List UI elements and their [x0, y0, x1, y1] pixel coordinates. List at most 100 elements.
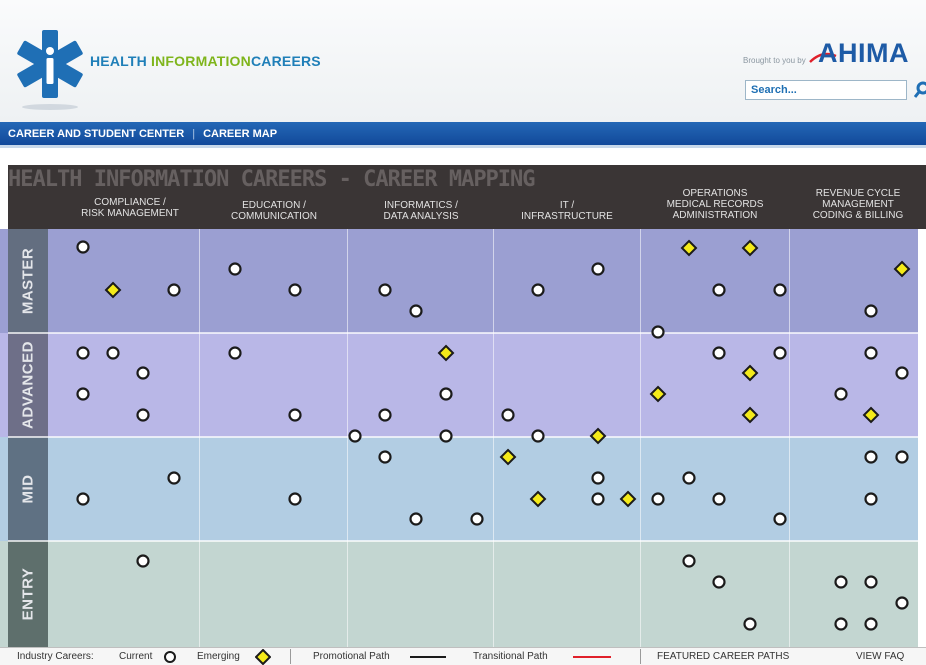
current-career-marker[interactable] [378, 408, 392, 422]
column-divider [640, 229, 641, 647]
row-label-master: MASTER [8, 229, 48, 333]
row-label-master-text: MASTER [19, 247, 37, 315]
current-career-marker[interactable] [76, 387, 90, 401]
current-career-marker[interactable] [773, 346, 787, 360]
current-career-marker[interactable] [591, 471, 605, 485]
legend-bar: Industry Careers: Current Emerging Promo… [0, 647, 926, 665]
emerging-diamond-icon [255, 649, 271, 665]
current-career-marker[interactable] [864, 617, 878, 631]
current-career-marker[interactable] [895, 450, 909, 464]
current-career-marker[interactable] [136, 366, 150, 380]
current-career-marker[interactable] [864, 304, 878, 318]
current-career-marker[interactable] [895, 596, 909, 610]
current-career-marker[interactable] [288, 283, 302, 297]
search-icon[interactable] [914, 81, 926, 99]
row-label-entry: ENTRY [8, 541, 48, 647]
current-career-marker[interactable] [76, 346, 90, 360]
legend-divider [290, 649, 291, 664]
row-label-entry-text: ENTRY [19, 567, 37, 621]
column-header-compliance[interactable]: COMPLIANCE / RISK MANAGEMENT [60, 197, 200, 219]
current-career-marker[interactable] [348, 429, 362, 443]
column-header-operations[interactable]: OPERATIONS MEDICAL RECORDS ADMINISTRATIO… [640, 188, 790, 221]
current-career-marker[interactable] [651, 325, 665, 339]
current-circle-icon [164, 651, 176, 663]
row-band-entry [0, 541, 918, 647]
current-career-marker[interactable] [228, 262, 242, 276]
legend-promotional-label: Promotional Path [313, 651, 390, 662]
view-faq-link[interactable]: VIEW FAQ [856, 651, 904, 662]
legend-emerging-label: Emerging [197, 651, 240, 662]
current-career-marker[interactable] [531, 429, 545, 443]
current-career-marker[interactable] [76, 240, 90, 254]
current-career-marker[interactable] [591, 492, 605, 506]
column-header-education[interactable]: EDUCATION / COMMUNICATION [200, 200, 348, 222]
featured-career-paths-link[interactable]: FEATURED CAREER PATHS [657, 651, 789, 662]
column-header-informatics[interactable]: INFORMATICS / DATA ANALYSIS [348, 200, 494, 222]
current-career-marker[interactable] [228, 346, 242, 360]
current-career-marker[interactable] [864, 575, 878, 589]
current-career-marker[interactable] [773, 283, 787, 297]
logo-word-health: HEALTH [90, 53, 152, 69]
current-career-marker[interactable] [773, 512, 787, 526]
current-career-marker[interactable] [470, 512, 484, 526]
current-career-marker[interactable] [167, 471, 181, 485]
current-career-marker[interactable] [743, 617, 757, 631]
current-career-marker[interactable] [682, 554, 696, 568]
current-career-marker[interactable] [439, 387, 453, 401]
star-of-life-logo-icon[interactable] [14, 28, 86, 100]
current-career-marker[interactable] [591, 262, 605, 276]
site-logo-text[interactable]: HEALTH INFORMATIONCAREERS [90, 53, 321, 69]
current-career-marker[interactable] [378, 450, 392, 464]
current-career-marker[interactable] [136, 554, 150, 568]
current-career-marker[interactable] [712, 283, 726, 297]
logo-shadow [22, 104, 78, 110]
current-career-marker[interactable] [409, 304, 423, 318]
current-career-marker[interactable] [712, 346, 726, 360]
row-divider [8, 332, 926, 334]
nav-link-career-map[interactable]: CAREER MAP [203, 128, 277, 140]
nav-link-career-student-center[interactable]: CAREER AND STUDENT CENTER [8, 128, 184, 140]
column-header-it[interactable]: IT / INFRASTRUCTURE [494, 200, 640, 222]
column-header-revenue-cycle[interactable]: REVENUE CYCLE MANAGEMENT CODING & BILLIN… [790, 188, 926, 221]
brought-to-you-by-label: Brought to you by [743, 56, 806, 65]
current-career-marker[interactable] [439, 429, 453, 443]
current-career-marker[interactable] [712, 492, 726, 506]
current-career-marker[interactable] [106, 346, 120, 360]
career-map-title: HEALTH INFORMATION CAREERS - CAREER MAPP… [8, 167, 536, 192]
current-career-marker[interactable] [864, 450, 878, 464]
logo-word-careers: CAREERS [250, 53, 321, 69]
current-career-marker[interactable] [288, 408, 302, 422]
current-career-marker[interactable] [136, 408, 150, 422]
current-career-marker[interactable] [864, 346, 878, 360]
current-career-marker[interactable] [288, 492, 302, 506]
legend-transitional-label: Transitional Path [473, 651, 548, 662]
current-career-marker[interactable] [682, 471, 696, 485]
legend-divider [640, 649, 641, 664]
current-career-marker[interactable] [895, 366, 909, 380]
main-nav-bar: CAREER AND STUDENT CENTER | CAREER MAP [0, 122, 926, 148]
column-divider [199, 229, 200, 647]
current-career-marker[interactable] [167, 283, 181, 297]
search-input[interactable] [745, 80, 907, 100]
current-career-marker[interactable] [651, 492, 665, 506]
transitional-line-icon [573, 656, 611, 658]
current-career-marker[interactable] [834, 387, 848, 401]
row-label-advanced-text: ADVANCED [19, 341, 37, 429]
current-career-marker[interactable] [378, 283, 392, 297]
current-career-marker[interactable] [531, 283, 545, 297]
legend-current-label: Current [119, 651, 153, 662]
column-divider [347, 229, 348, 647]
row-label-advanced: ADVANCED [8, 333, 48, 437]
current-career-marker[interactable] [834, 575, 848, 589]
current-career-marker[interactable] [501, 408, 515, 422]
site-header: HEALTH INFORMATIONCAREERS Brought to you… [0, 0, 926, 122]
current-career-marker[interactable] [864, 492, 878, 506]
current-career-marker[interactable] [834, 617, 848, 631]
current-career-marker[interactable] [712, 575, 726, 589]
current-career-marker[interactable] [409, 512, 423, 526]
promotional-line-icon [410, 656, 446, 658]
current-career-marker[interactable] [76, 492, 90, 506]
ahima-logo[interactable]: AHIMA [818, 38, 909, 69]
row-divider [8, 436, 926, 438]
nav-separator: | [192, 127, 196, 140]
